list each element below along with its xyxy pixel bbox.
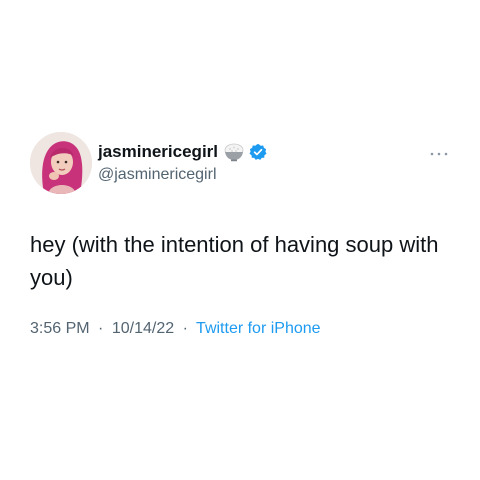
tweet-date[interactable]: 10/14/22 <box>112 320 174 337</box>
tweet-text: hey (with the intention of having soup w… <box>30 232 439 290</box>
name-row: jasminericegirl <box>98 140 267 164</box>
avatar[interactable] <box>30 132 92 194</box>
display-name[interactable]: jasminericegirl <box>98 142 218 162</box>
tweet-source-link[interactable]: Twitter for iPhone <box>196 320 321 337</box>
tweet-card: jasminericegirl @jasminericegirl hey (wi… <box>0 0 480 480</box>
tweet-header: jasminericegirl @jasminericegirl <box>30 132 460 196</box>
rice-bowl-icon <box>223 142 245 162</box>
meta-separator: · <box>182 320 188 337</box>
tweet-metadata: 3:56 PM · 10/14/22 · Twitter for iPhone <box>30 320 321 338</box>
user-handle[interactable]: @jasminericegirl <box>98 166 217 184</box>
more-horizontal-icon[interactable] <box>428 146 450 156</box>
verified-badge-icon <box>249 143 267 161</box>
tweet-time[interactable]: 3:56 PM <box>30 320 90 337</box>
meta-separator: · <box>98 320 104 337</box>
